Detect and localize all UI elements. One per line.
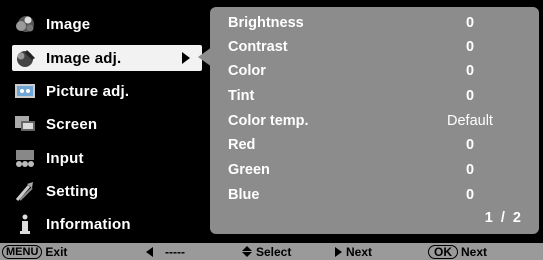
exit-label: Exit bbox=[45, 244, 68, 259]
menu-key-icon: MENU bbox=[2, 244, 43, 259]
arrow-left-icon bbox=[146, 246, 153, 257]
setting-label: Red bbox=[228, 137, 256, 153]
menu-item-picture-adj[interactable]: Picture adj. bbox=[12, 78, 202, 104]
selected-arrow-icon bbox=[182, 52, 190, 64]
setting-label: Color bbox=[228, 63, 266, 79]
setting-value: Default bbox=[447, 113, 493, 129]
menu-item-input[interactable]: Input bbox=[12, 145, 202, 171]
menu-item-setting[interactable]: Setting bbox=[12, 178, 202, 204]
back-hint: ----- bbox=[146, 244, 185, 259]
footer-hints: MENU Exit ----- Select Next OK Next bbox=[0, 243, 543, 260]
menu-item-screen[interactable]: Screen bbox=[12, 111, 202, 137]
setting-value: 0 bbox=[465, 88, 475, 104]
menu-item-label: Screen bbox=[46, 115, 98, 133]
setting-row-blue[interactable]: Blue 0 bbox=[228, 185, 528, 207]
select-label: Select bbox=[256, 244, 292, 259]
select-hint: Select bbox=[242, 244, 291, 259]
menu-item-label: Setting bbox=[46, 182, 99, 200]
setting-value: 0 bbox=[465, 162, 475, 178]
menu-item-label: Input bbox=[46, 149, 84, 167]
setting-row-color-temp[interactable]: Color temp. Default bbox=[228, 111, 528, 133]
setting-row-color[interactable]: Color 0 bbox=[228, 61, 528, 83]
setting-label: Blue bbox=[228, 187, 260, 203]
arrow-right-icon bbox=[335, 246, 342, 257]
setting-row-red[interactable]: Red 0 bbox=[228, 135, 528, 157]
menu-item-image-adj[interactable]: Image adj. bbox=[12, 45, 202, 71]
setting-value: 0 bbox=[465, 63, 475, 79]
setting-label: Green bbox=[228, 162, 270, 178]
back-label: ----- bbox=[165, 244, 185, 259]
setting-label: Tint bbox=[228, 88, 255, 104]
image-adj-panel: Brightness 0 Contrast 0 Color 0 Tint 0 C… bbox=[210, 7, 539, 234]
exit-hint[interactable]: MENU Exit bbox=[2, 244, 67, 259]
setting-row-contrast[interactable]: Contrast 0 bbox=[228, 37, 528, 59]
up-down-arrow-icon bbox=[242, 246, 252, 257]
menu-item-label: Information bbox=[46, 215, 131, 233]
information-icon bbox=[12, 212, 38, 236]
setting-icon bbox=[12, 179, 38, 203]
setting-row-tint[interactable]: Tint 0 bbox=[228, 86, 528, 108]
setting-value: 0 bbox=[465, 137, 475, 153]
image-icon bbox=[12, 12, 38, 36]
setting-value: 0 bbox=[465, 39, 475, 55]
setting-value: 0 bbox=[465, 187, 475, 203]
setting-row-green[interactable]: Green 0 bbox=[228, 160, 528, 182]
menu-item-information[interactable]: Information bbox=[12, 211, 202, 237]
next-hint: Next bbox=[335, 244, 372, 259]
menu-item-label: Image bbox=[46, 15, 91, 33]
main-menu: Image Image adj. Picture adj. Screen Inp… bbox=[6, 7, 206, 234]
setting-label: Brightness bbox=[228, 15, 304, 31]
osd-menu: Image Image adj. Picture adj. Screen Inp… bbox=[0, 0, 543, 260]
setting-label: Contrast bbox=[228, 39, 288, 55]
input-icon bbox=[12, 146, 38, 170]
next-label: Next bbox=[346, 244, 373, 259]
menu-item-label: Picture adj. bbox=[46, 82, 130, 100]
ok-next-hint[interactable]: OK Next bbox=[428, 244, 487, 259]
screen-icon bbox=[12, 112, 38, 136]
setting-label: Color temp. bbox=[228, 113, 309, 129]
setting-value: 0 bbox=[465, 15, 475, 31]
menu-item-image[interactable]: Image bbox=[12, 11, 202, 37]
picture-adj-icon bbox=[12, 79, 38, 103]
ok-key-icon: OK bbox=[428, 244, 458, 259]
menu-item-label: Image adj. bbox=[46, 49, 122, 67]
setting-row-brightness[interactable]: Brightness 0 bbox=[228, 13, 528, 35]
page-indicator: 1 / 2 bbox=[484, 210, 523, 226]
ok-next-label: Next bbox=[461, 244, 488, 259]
image-adj-icon bbox=[12, 46, 38, 70]
